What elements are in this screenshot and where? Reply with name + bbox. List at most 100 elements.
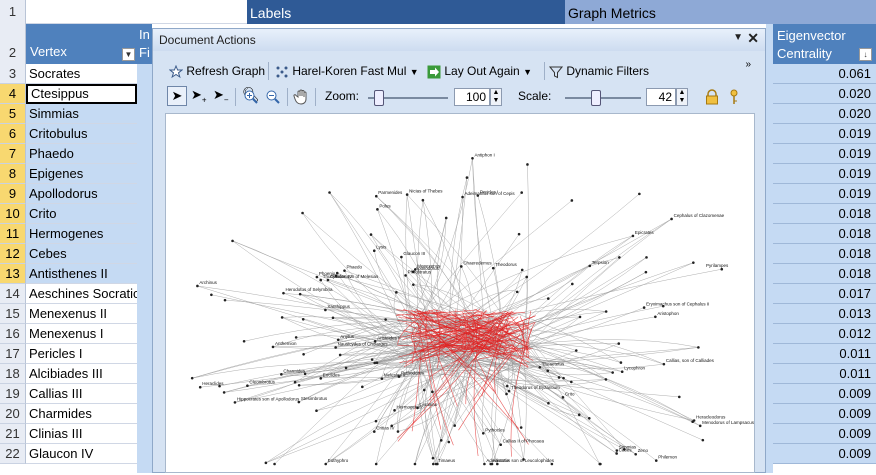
graph-node[interactable] [375,420,378,423]
vertex-cell[interactable]: Alcibiades III [26,364,137,384]
graph-node[interactable] [199,386,202,389]
zoom-slider-thumb[interactable] [374,90,384,106]
lay-out-again-button[interactable]: Lay Out Again ▼ [427,62,532,80]
graph-node[interactable] [282,292,285,295]
graph-node[interactable] [400,256,403,259]
graph-node[interactable] [605,378,608,381]
graph-node[interactable] [324,309,327,312]
graph-node[interactable] [224,299,227,302]
graph-node[interactable] [702,439,705,442]
graph-node[interactable] [645,271,648,274]
header-band-labels[interactable]: Labels [247,0,565,24]
graph-node[interactable] [697,346,700,349]
vertex-cell[interactable]: Pericles I [26,344,137,364]
graph-node[interactable] [328,191,331,194]
graph-node[interactable] [319,279,322,282]
graph-node[interactable] [491,463,494,466]
graph-node[interactable] [655,459,658,462]
graph-node[interactable] [461,196,464,199]
graph-node[interactable] [361,386,364,389]
hidden-column-header[interactable]: InFi [137,24,152,64]
graph-node[interactable] [618,256,621,259]
graph-node[interactable] [453,424,456,427]
vertex-cell[interactable]: Socrates [26,64,137,84]
graph-node[interactable] [210,293,213,296]
graph-node[interactable] [412,283,415,286]
graph-node[interactable] [518,233,521,236]
graph-node[interactable] [375,195,378,198]
graph-node[interactable] [526,163,529,166]
graph-node[interactable] [692,261,695,264]
graph-node[interactable] [571,283,574,286]
pan-hand-icon[interactable] [293,88,311,106]
dynamic-filters-button[interactable]: Dynamic Filters [549,62,649,80]
graph-node[interactable] [295,336,298,339]
graph-node[interactable] [520,426,523,429]
eigenvector-cell[interactable]: 0.019 [773,144,876,164]
row-number[interactable]: 15 [0,304,26,324]
graph-node[interactable] [422,199,425,202]
eigenvector-cell[interactable]: 0.009 [773,424,876,444]
row-number[interactable]: 16 [0,324,26,344]
graph-node[interactable] [234,401,237,404]
vertex-cell[interactable]: Apollodorus [26,184,137,204]
scale-slider[interactable] [565,97,641,99]
vertex-cell[interactable]: Simmias [26,104,137,124]
graph-node[interactable] [299,293,302,296]
graph-node[interactable] [223,391,226,394]
row-number[interactable]: 1 [0,0,26,24]
graph-node[interactable] [370,233,373,236]
vertex-cell[interactable]: Crito [26,204,137,224]
row-number[interactable]: 3 [0,64,26,84]
row-number[interactable]: 19 [0,384,26,404]
graph-node[interactable] [301,212,304,215]
sort-dropdown-icon[interactable]: ↓ [859,48,872,61]
graph-node[interactable] [562,396,565,399]
refresh-graph-button[interactable]: Refresh Graph [169,62,265,80]
vertex-cell[interactable]: Phaedo [26,144,137,164]
graph-node[interactable] [492,267,495,270]
graph-node[interactable] [611,371,614,374]
graph-node[interactable] [265,462,268,465]
graph-node[interactable] [316,276,319,279]
scale-input[interactable]: 42 [646,88,676,106]
pane-menu-icon[interactable]: ▼ [733,32,743,43]
lock-icon[interactable] [705,89,719,105]
graph-node[interactable] [499,443,502,446]
graph-node[interactable] [395,291,398,294]
vertex-cell[interactable]: Callias III [26,384,137,404]
filter-dropdown-icon[interactable]: ▼ [122,48,135,61]
graph-node[interactable] [645,256,648,259]
graph-node[interactable] [298,384,301,387]
zoom-out-icon[interactable] [265,89,281,105]
graph-node[interactable] [397,430,400,433]
eigenvector-cell[interactable]: 0.020 [773,84,876,104]
graph-node[interactable] [663,363,666,366]
remove-select-icon[interactable]: ➤− [213,87,229,105]
graph-node[interactable] [605,310,608,313]
graph-node[interactable] [246,384,249,387]
graph-node[interactable] [571,199,574,202]
row-number[interactable]: 14 [0,284,26,304]
eigenvector-cell[interactable]: 0.061 [773,64,876,84]
graph-node[interactable] [678,396,681,399]
graph-node[interactable] [231,240,234,243]
graph-node[interactable] [460,265,463,268]
select-pointer-icon[interactable]: ➤ [167,86,187,106]
eigenvector-cell[interactable]: 0.011 [773,344,876,364]
row-number[interactable]: 20 [0,404,26,424]
graph-node[interactable] [373,249,376,252]
graph-node[interactable] [506,385,509,388]
vertex-cell[interactable]: Charmides [26,404,137,424]
eigenvector-cell[interactable]: 0.012 [773,324,876,344]
header-band-graph-metrics[interactable]: Graph Metrics [565,0,876,24]
graph-node[interactable] [280,373,283,376]
graph-node[interactable] [432,457,435,460]
graph-node[interactable] [406,193,409,196]
graph-node[interactable] [466,176,469,179]
zoom-stepper[interactable]: ▲▼ [490,88,502,106]
eigenvector-cell[interactable]: 0.019 [773,124,876,144]
graph-node[interactable] [373,430,376,433]
graph-node[interactable] [327,279,330,282]
graph-node[interactable] [414,463,417,466]
